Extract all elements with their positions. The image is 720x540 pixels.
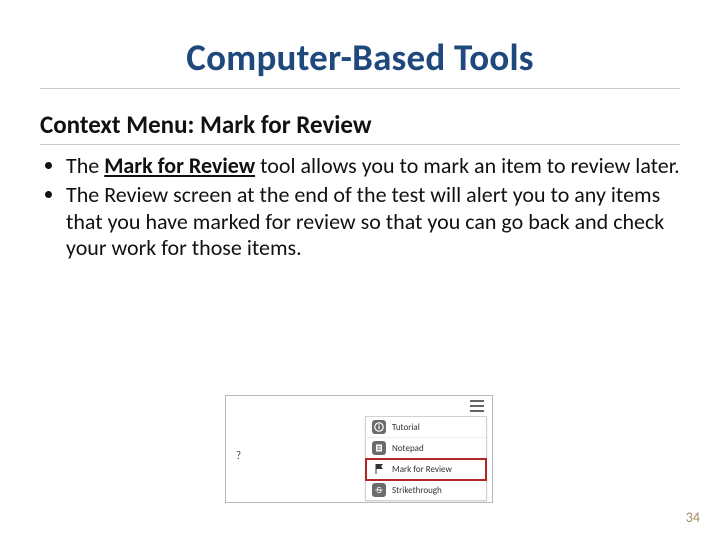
slide-title: Computer-Based Tools bbox=[40, 35, 680, 80]
bullet-list: The Mark for Review tool allows you to m… bbox=[40, 153, 680, 262]
hamburger-icon[interactable] bbox=[470, 400, 484, 412]
menu-item-notepad[interactable]: Notepad bbox=[366, 438, 486, 459]
menu-item-label: Mark for Review bbox=[392, 464, 452, 475]
bg-question-mark: ? bbox=[236, 449, 241, 462]
slide-subheading: Context Menu: Mark for Review bbox=[40, 109, 680, 140]
slide: Computer-Based Tools Context Menu: Mark … bbox=[0, 0, 720, 540]
mark-for-review-phrase: Mark for Review bbox=[104, 152, 255, 179]
menu-item-label: Strikethrough bbox=[392, 485, 442, 496]
page-number: 34 bbox=[686, 509, 700, 526]
flag-icon bbox=[372, 462, 386, 476]
bg-text-line: ny wants to sur bbox=[225, 415, 358, 429]
bullet-text-prefix: The bbox=[66, 152, 104, 179]
menu-item-strikethrough[interactable]: S Strikethrough bbox=[366, 480, 486, 500]
strikethrough-icon: S bbox=[372, 483, 386, 497]
figure-background-text: of several locatio ny wants to sur bbox=[225, 400, 358, 430]
menu-item-mark-for-review[interactable]: Mark for Review bbox=[366, 459, 486, 480]
context-menu-figure: of several locatio ny wants to sur ? Tut… bbox=[225, 395, 493, 503]
context-menu-dropdown: Tutorial Notepad Mark for Review S Strik… bbox=[365, 416, 487, 501]
title-rule bbox=[40, 88, 680, 89]
menu-item-tutorial[interactable]: Tutorial bbox=[366, 417, 486, 438]
subheading-rule bbox=[40, 144, 680, 145]
info-icon bbox=[372, 420, 386, 434]
bullet-text-rest: tool allows you to mark an item to revie… bbox=[255, 152, 680, 179]
bullet-item: The Mark for Review tool allows you to m… bbox=[66, 153, 680, 180]
menu-item-label: Notepad bbox=[392, 443, 424, 454]
bullet-item: The Review screen at the end of the test… bbox=[66, 182, 680, 262]
notepad-icon bbox=[372, 441, 386, 455]
menu-item-label: Tutorial bbox=[392, 422, 420, 433]
